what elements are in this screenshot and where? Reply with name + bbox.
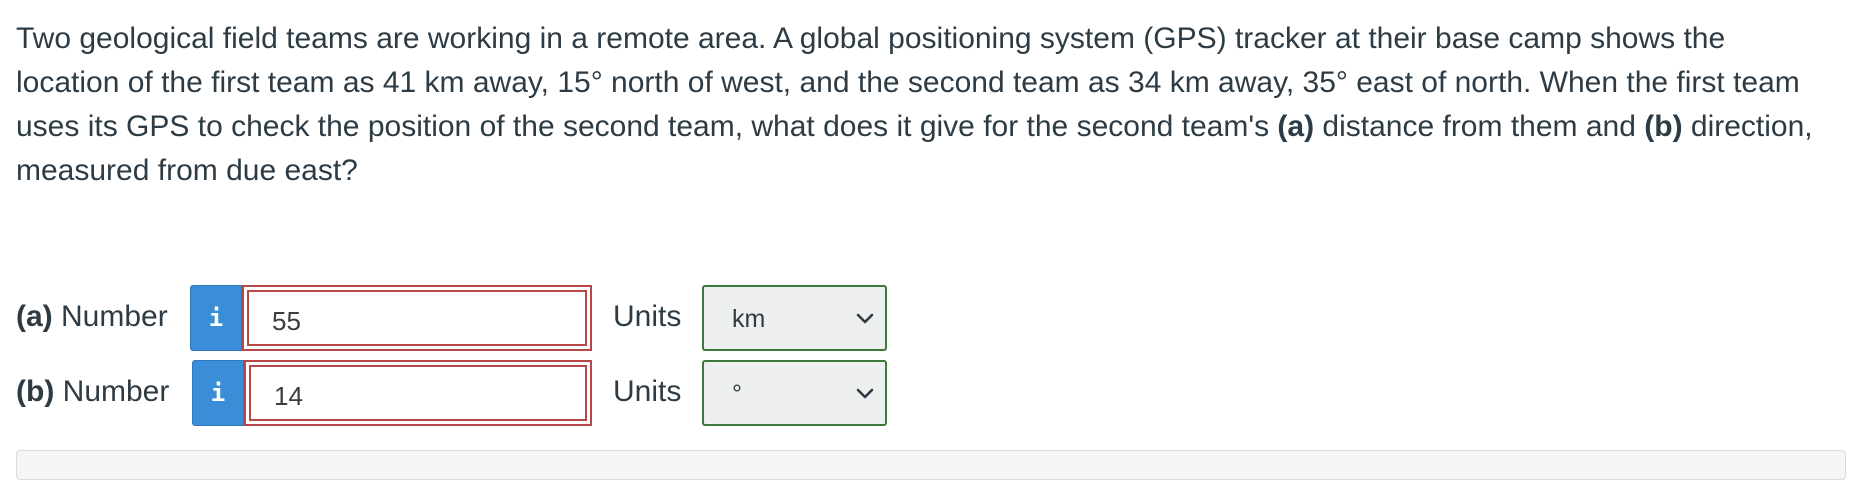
part-a-units-label: Units — [613, 300, 682, 333]
bottom-panel — [16, 450, 1846, 480]
part-b-number-label: Number — [54, 375, 170, 408]
part-a-number-label: Number — [52, 300, 168, 333]
part-b-units-value: ° — [732, 380, 742, 408]
chevron-down-icon — [856, 388, 874, 399]
part-a-units-select[interactable]: km — [702, 285, 887, 351]
part-a-label: (a) Number — [16, 299, 168, 335]
question-part-a-marker: (a) — [1277, 110, 1315, 143]
part-b-label: (b) Number — [16, 374, 169, 410]
info-icon: i — [208, 304, 224, 332]
part-b-answer-box — [244, 360, 592, 426]
part-a-answer-box — [242, 285, 592, 351]
part-b-marker: (b) — [16, 375, 55, 408]
part-b-units-label: Units — [613, 375, 682, 408]
part-b-number-input[interactable] — [249, 365, 587, 421]
part-a-marker: (a) — [16, 300, 53, 333]
question-text: Two geological field teams are working i… — [16, 17, 1816, 193]
part-a-number-input[interactable] — [247, 290, 587, 346]
info-icon: i — [210, 379, 226, 407]
part-a-units-value: km — [732, 305, 766, 333]
question-text-part-2: distance from them and — [1314, 110, 1645, 143]
part-a-info-button[interactable]: i — [190, 285, 242, 351]
question-part-b-marker: (b) — [1644, 110, 1683, 143]
part-b-units-select[interactable]: ° — [702, 360, 887, 426]
chevron-down-icon — [856, 313, 874, 324]
part-b-info-button[interactable]: i — [192, 360, 244, 426]
